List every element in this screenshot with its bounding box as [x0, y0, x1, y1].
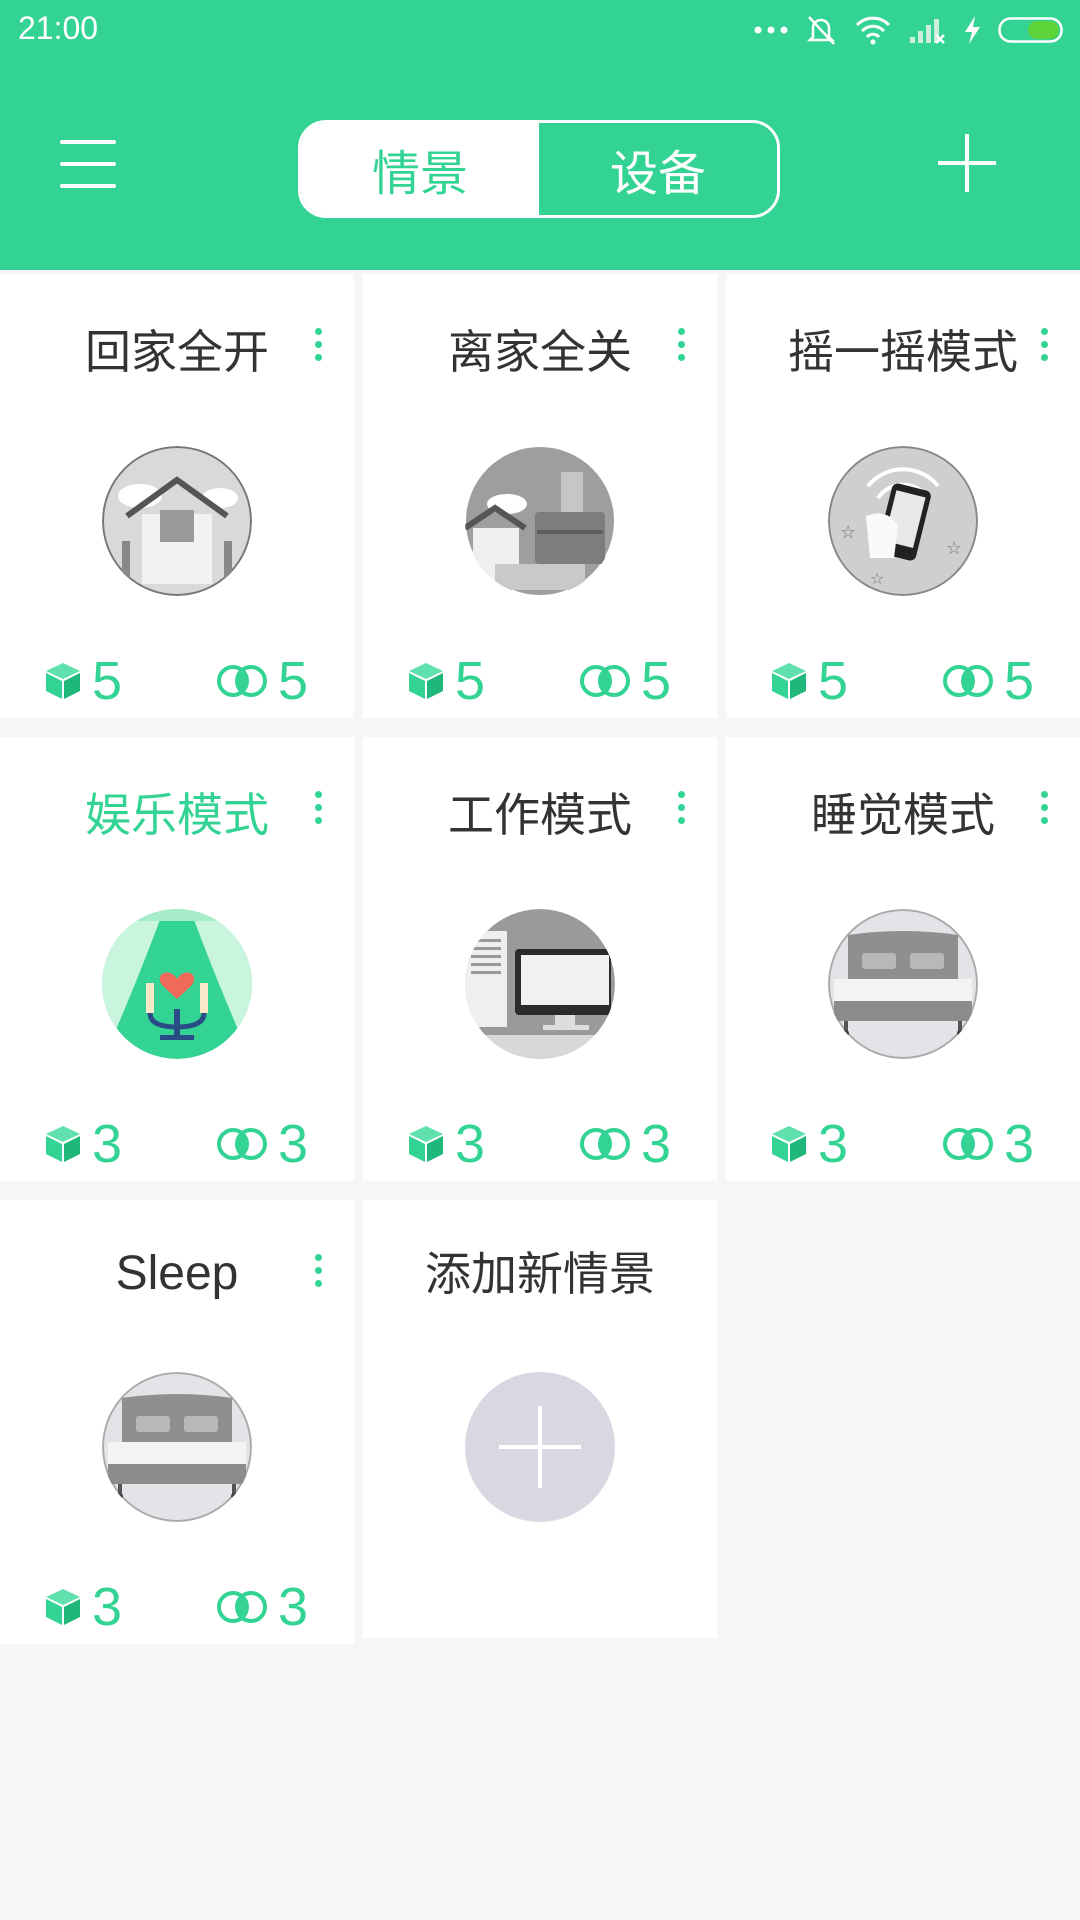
mute-icon	[806, 16, 836, 45]
more-dots-icon	[754, 26, 788, 34]
device-count: 3	[770, 1114, 849, 1174]
add-scene-label: 添加新情景	[425, 1247, 655, 1301]
more-options-icon[interactable]	[671, 789, 691, 829]
linked-circles-icon	[217, 1591, 267, 1623]
more-options-icon[interactable]	[1034, 326, 1054, 366]
linkage-count-value: 3	[641, 1114, 672, 1174]
device-count-value: 3	[818, 1114, 849, 1174]
linkage-count: 5	[942, 651, 1035, 711]
scene-name: Sleep	[115, 1247, 239, 1300]
cube-icon	[409, 1126, 443, 1162]
svg-text:☆: ☆	[840, 522, 856, 543]
linkage-count: 3	[942, 1114, 1035, 1174]
device-count: 5	[407, 651, 486, 711]
more-options-icon[interactable]	[671, 326, 691, 366]
tab-scenes[interactable]: 情景	[301, 123, 539, 215]
scene-device-switch: 情景 设备	[298, 120, 780, 218]
linked-circles-icon	[580, 665, 630, 697]
device-count-value: 5	[818, 651, 849, 711]
add-scene-card[interactable]: 添加新情景	[363, 1200, 717, 1638]
scene-card-work-mode[interactable]: 工作模式 3 3	[363, 737, 717, 1181]
linked-circles-icon	[217, 1128, 267, 1160]
linkage-count: 3	[216, 1114, 309, 1174]
home-image	[102, 446, 252, 596]
device-count-value: 5	[92, 651, 123, 711]
charging-icon	[965, 16, 980, 44]
status-time: 21:00	[18, 10, 99, 46]
scene-card-home-all-on[interactable]: 回家全开 5 5	[0, 274, 354, 718]
cube-icon	[46, 1126, 80, 1162]
svg-text:☆: ☆	[946, 538, 962, 559]
scene-card-leave-all-off[interactable]: 离家全关 5 5	[363, 274, 717, 718]
bed-image	[828, 909, 978, 1059]
device-count: 5	[770, 651, 849, 711]
linked-circles-icon	[943, 665, 993, 697]
signal-icon	[910, 19, 945, 44]
linkage-count: 3	[216, 1577, 309, 1637]
linkage-count-value: 5	[278, 651, 309, 711]
leave-home-image	[465, 446, 615, 596]
entertainment-image	[102, 909, 252, 1059]
device-count: 3	[44, 1114, 123, 1174]
app-header: 21:00 情景 设备	[0, 0, 1080, 270]
device-count-value: 3	[92, 1114, 123, 1174]
computer-image	[465, 909, 615, 1059]
cube-icon	[46, 663, 80, 699]
linkage-count-value: 5	[641, 651, 672, 711]
scene-name: 睡觉模式	[811, 788, 995, 842]
linked-circles-icon	[580, 1128, 630, 1160]
device-count-value: 3	[92, 1577, 123, 1637]
more-options-icon[interactable]	[308, 1252, 328, 1292]
tab-devices[interactable]: 设备	[539, 123, 777, 215]
battery-icon	[998, 17, 1063, 43]
more-options-icon[interactable]	[308, 326, 328, 366]
status-icons	[754, 12, 1066, 48]
device-count-value: 5	[455, 651, 486, 711]
linkage-count-value: 3	[1004, 1114, 1035, 1174]
scene-name: 离家全关	[448, 325, 632, 379]
add-scene-plus-icon[interactable]	[465, 1372, 615, 1522]
device-count-value: 3	[455, 1114, 486, 1174]
linkage-count: 3	[579, 1114, 672, 1174]
cube-icon	[46, 1589, 80, 1625]
cube-icon	[772, 1126, 806, 1162]
scene-card-entertainment-mode[interactable]: 娱乐模式 3 3	[0, 737, 354, 1181]
scene-name: 回家全开	[85, 325, 269, 379]
cube-icon	[772, 663, 806, 699]
svg-text:☆: ☆	[870, 569, 884, 588]
linked-circles-icon	[943, 1128, 993, 1160]
more-options-icon[interactable]	[1034, 789, 1054, 829]
scene-card-shake-mode[interactable]: 摇一摇模式 ☆ ☆ ☆ 5 5	[726, 274, 1080, 718]
scene-name: 娱乐模式	[85, 788, 269, 842]
wifi-icon	[855, 16, 891, 45]
menu-icon[interactable]	[60, 138, 116, 190]
scene-card-sleep[interactable]: Sleep 3 3	[0, 1200, 354, 1644]
linked-circles-icon	[217, 665, 267, 697]
device-count: 5	[44, 651, 123, 711]
linkage-count-value: 5	[1004, 651, 1035, 711]
scene-name: 工作模式	[448, 788, 632, 842]
device-count: 3	[44, 1577, 123, 1637]
bed-image	[102, 1372, 252, 1522]
scene-name: 摇一摇模式	[788, 325, 1018, 379]
scene-card-sleep-mode[interactable]: 睡觉模式 3 3	[726, 737, 1080, 1181]
device-count: 3	[407, 1114, 486, 1174]
linkage-count: 5	[216, 651, 309, 711]
more-options-icon[interactable]	[308, 789, 328, 829]
shake-phone-image: ☆ ☆ ☆	[828, 446, 978, 596]
plus-icon[interactable]	[938, 134, 996, 192]
cube-icon	[409, 663, 443, 699]
linkage-count: 5	[579, 651, 672, 711]
linkage-count-value: 3	[278, 1114, 309, 1174]
linkage-count-value: 3	[278, 1577, 309, 1637]
